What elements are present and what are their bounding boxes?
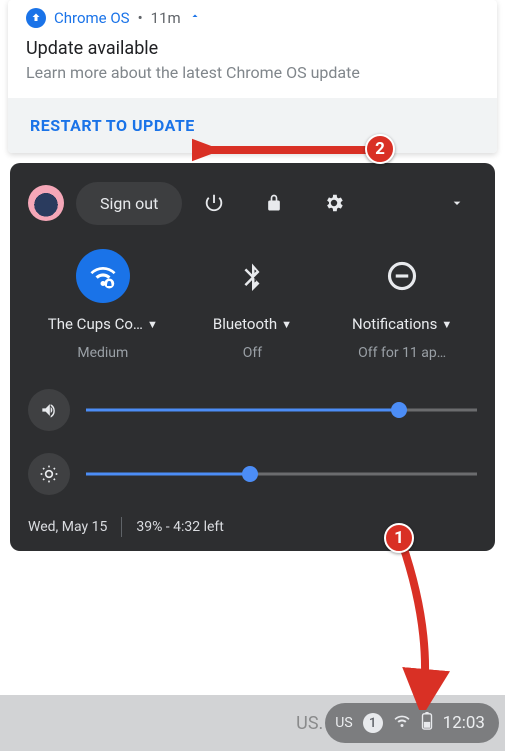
power-button[interactable] xyxy=(186,181,242,225)
battery-status-text: 39% - 4:32 left xyxy=(136,519,224,535)
annotation-badge-1: 1 xyxy=(384,523,414,553)
sign-out-button[interactable]: Sign out xyxy=(76,182,182,225)
wifi-icon xyxy=(76,249,130,303)
quick-settings-panel: Sign out The Cups Co… ▼ Medium xyxy=(10,163,495,551)
wifi-tile[interactable]: The Cups Co… ▼ Medium xyxy=(29,249,177,361)
annotation-badge-2: 2 xyxy=(365,134,395,164)
notification-source: Chrome OS xyxy=(54,9,130,27)
battery-icon xyxy=(421,712,433,734)
notification-header[interactable]: Chrome OS • 11m xyxy=(8,0,497,36)
wifi-tile-sublabel: Medium xyxy=(77,345,128,361)
notifications-tile-label[interactable]: Notifications ▼ xyxy=(352,315,452,333)
volume-row xyxy=(28,389,477,431)
bluetooth-tile[interactable]: Bluetooth ▼ Off xyxy=(178,249,326,361)
wifi-icon xyxy=(393,712,411,734)
obscured-underlying-text: US. xyxy=(296,713,323,734)
separator-dot: • xyxy=(138,9,143,27)
quick-settings-top-row: Sign out xyxy=(28,181,477,225)
brightness-row xyxy=(28,453,477,495)
notification-description: Learn more about the latest Chrome OS up… xyxy=(26,63,479,82)
tray-language[interactable]: US xyxy=(335,715,352,731)
chevron-down-icon: ▼ xyxy=(441,318,452,331)
notification-time: 11m xyxy=(151,9,181,27)
chevron-up-icon[interactable] xyxy=(189,10,201,26)
upload-icon xyxy=(26,8,46,28)
volume-icon[interactable] xyxy=(28,389,70,431)
notification-title: Update available xyxy=(26,38,479,59)
tray-clock: 12:03 xyxy=(443,713,485,733)
annotation-arrow-2 xyxy=(192,130,377,170)
brightness-slider[interactable] xyxy=(86,462,477,486)
tray-notification-count[interactable]: 1 xyxy=(363,713,383,733)
brightness-icon[interactable] xyxy=(28,453,70,495)
bluetooth-tile-label[interactable]: Bluetooth ▼ xyxy=(213,315,292,333)
bluetooth-tile-sublabel: Off xyxy=(243,345,262,361)
bluetooth-icon xyxy=(225,249,279,303)
lock-button[interactable] xyxy=(246,181,302,225)
restart-to-update-button[interactable]: RESTART TO UPDATE xyxy=(30,116,195,135)
date-text: Wed, May 15 xyxy=(28,519,107,535)
collapse-button[interactable] xyxy=(437,181,477,225)
do-not-disturb-icon xyxy=(375,249,429,303)
avatar[interactable] xyxy=(28,185,64,221)
divider xyxy=(121,517,122,537)
settings-button[interactable] xyxy=(306,181,362,225)
chevron-down-icon: ▼ xyxy=(281,318,292,331)
notifications-tile-sublabel: Off for 11 ap… xyxy=(358,345,446,361)
annotation-arrow-1 xyxy=(390,535,450,710)
notifications-tile[interactable]: Notifications ▼ Off for 11 ap… xyxy=(328,249,476,361)
notification-body: Update available Learn more about the la… xyxy=(8,36,497,98)
wifi-tile-label[interactable]: The Cups Co… ▼ xyxy=(48,315,158,333)
chevron-down-icon: ▼ xyxy=(147,318,158,331)
quick-settings-tiles: The Cups Co… ▼ Medium Bluetooth ▼ Off No… xyxy=(28,249,477,361)
volume-slider[interactable] xyxy=(86,398,477,422)
